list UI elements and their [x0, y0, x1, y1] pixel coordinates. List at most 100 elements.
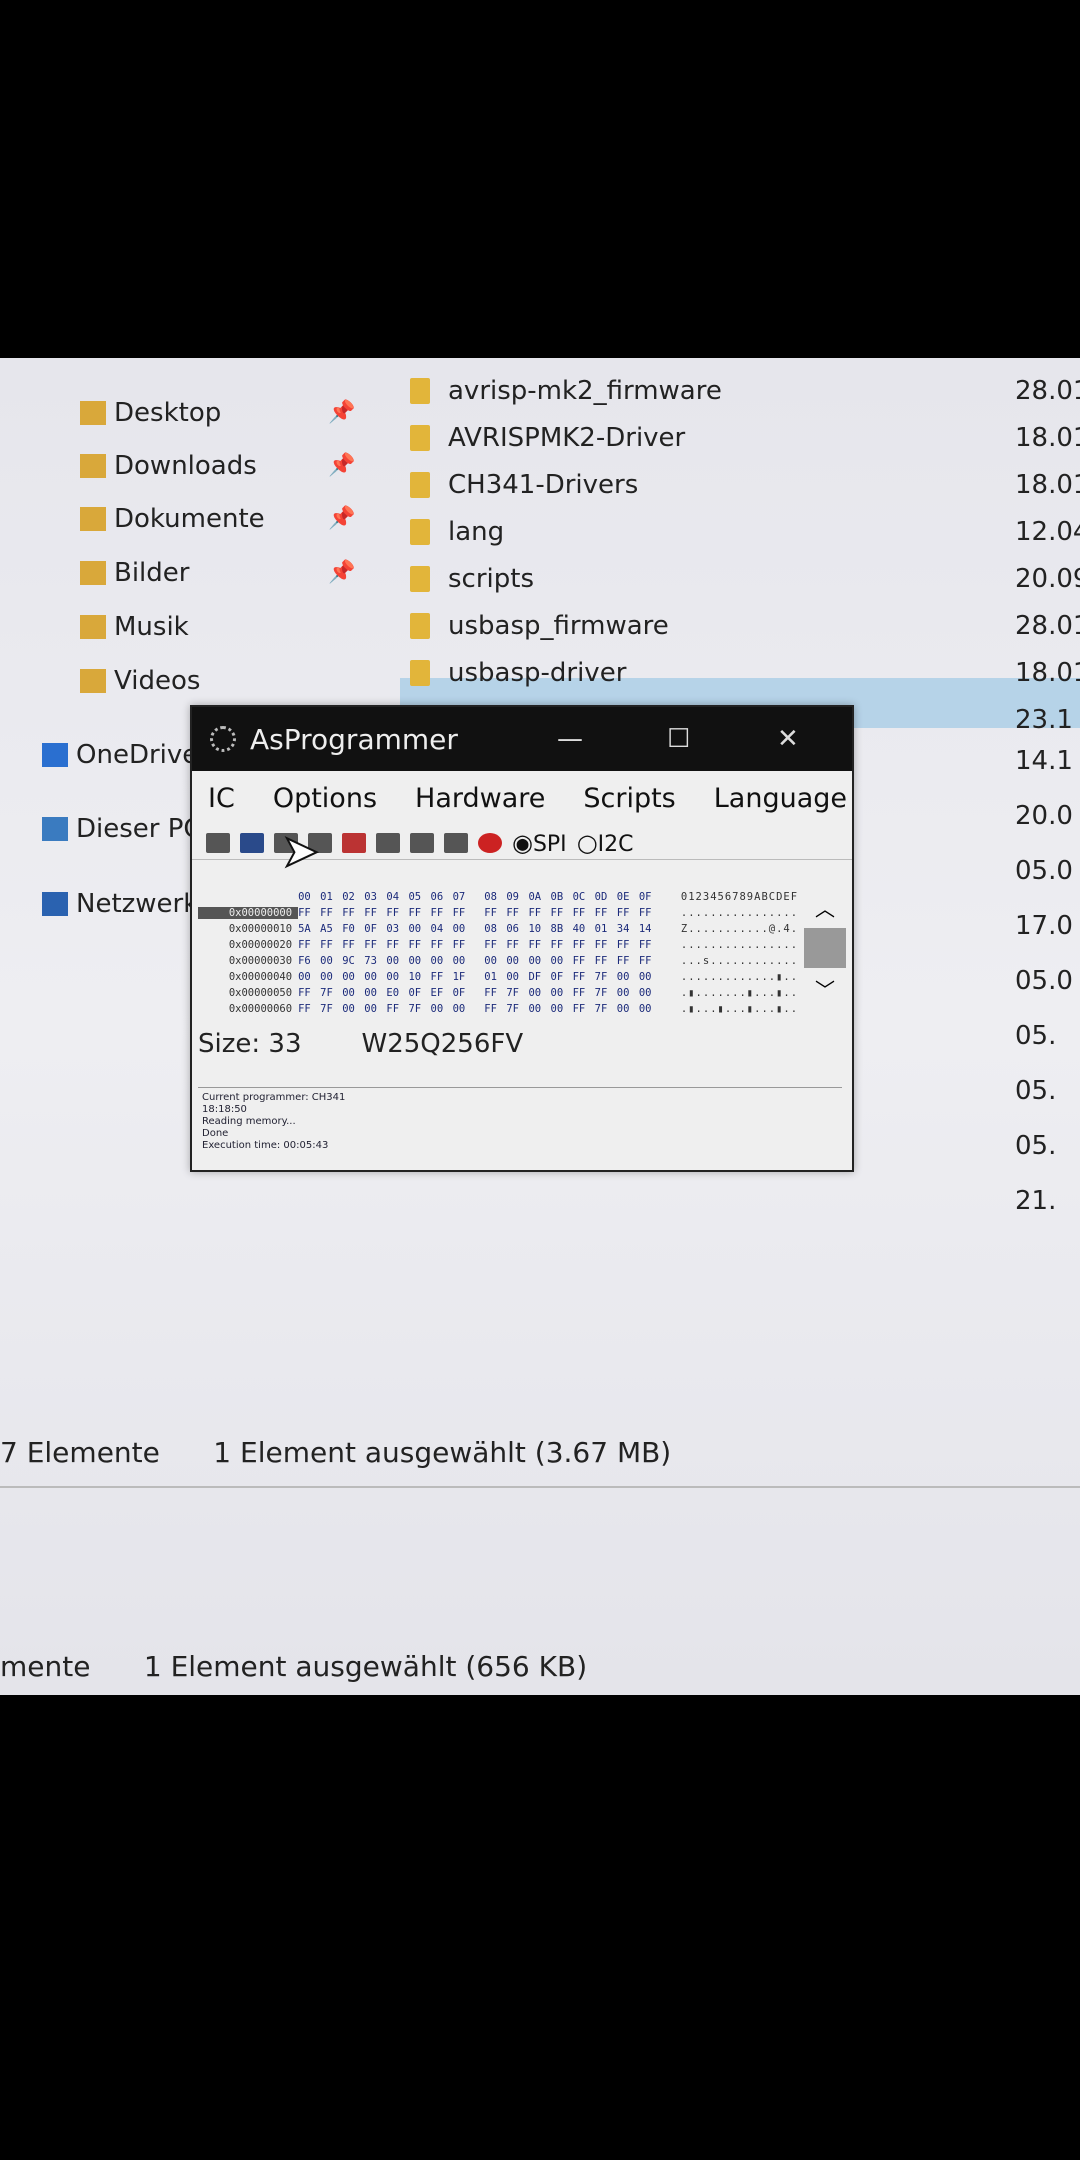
sidebar-item[interactable]: OneDrive [42, 740, 198, 770]
hex-byte[interactable]: 1F [453, 971, 475, 983]
hex-byte[interactable]: 00 [364, 971, 386, 983]
hex-byte[interactable]: 0F [453, 987, 475, 999]
hex-byte[interactable]: FF [573, 971, 595, 983]
hex-byte[interactable]: 0C [573, 891, 595, 903]
hex-byte[interactable]: FF [431, 971, 453, 983]
hex-byte[interactable]: 7F [506, 1003, 528, 1015]
hex-byte[interactable]: FF [453, 939, 475, 951]
hex-byte[interactable]: 06 [506, 923, 528, 935]
sidebar-item[interactable]: Dieser PC [42, 814, 202, 844]
hex-byte[interactable]: 7F [595, 987, 617, 999]
file-row[interactable]: AVRISPMK2-Driver [410, 423, 685, 453]
hex-byte[interactable]: 00 [551, 987, 573, 999]
file-row[interactable]: usbasp-driver [410, 658, 626, 688]
hex-byte[interactable]: FF [595, 907, 617, 919]
hex-byte[interactable]: FF [431, 939, 453, 951]
pin-icon[interactable]: 📌 [328, 453, 355, 478]
pin-icon[interactable]: 📌 [328, 506, 355, 531]
erase-icon[interactable] [342, 832, 366, 853]
hex-byte[interactable]: 01 [484, 971, 506, 983]
pin-icon[interactable]: 📌 [328, 560, 355, 585]
hex-byte[interactable]: 02 [342, 891, 364, 903]
hex-byte[interactable]: FF [551, 939, 573, 951]
hex-byte[interactable]: 7F [320, 987, 342, 999]
hex-byte[interactable]: FF [506, 939, 528, 951]
hex-byte[interactable]: 00 [617, 971, 639, 983]
hex-byte[interactable]: FF [639, 955, 661, 967]
hex-byte[interactable]: 00 [617, 1003, 639, 1015]
hex-byte[interactable]: 7F [320, 1003, 342, 1015]
hex-byte[interactable]: 00 [320, 971, 342, 983]
file-row[interactable]: avrisp-mk2_firmware [410, 376, 722, 406]
hex-byte[interactable]: FF [573, 1003, 595, 1015]
sidebar-item[interactable]: Musik [80, 612, 189, 642]
hex-byte[interactable]: FF [408, 939, 430, 951]
minimize-button[interactable]: — [557, 724, 583, 754]
sidebar-item[interactable]: Videos [80, 666, 200, 696]
close-button[interactable]: ✕ [777, 724, 799, 754]
hex-byte[interactable]: 00 [342, 971, 364, 983]
hex-byte[interactable]: 00 [506, 971, 528, 983]
hex-byte[interactable]: FF [528, 907, 550, 919]
hex-byte[interactable]: FF [573, 955, 595, 967]
hex-byte[interactable]: FF [386, 907, 408, 919]
hex-byte[interactable]: 00 [298, 891, 320, 903]
hex-byte[interactable]: A5 [320, 923, 342, 935]
hex-byte[interactable]: FF [342, 939, 364, 951]
file-row[interactable]: lang [410, 517, 504, 547]
hex-byte[interactable]: 00 [617, 987, 639, 999]
hex-byte[interactable]: 00 [386, 971, 408, 983]
hex-byte[interactable]: 00 [484, 955, 506, 967]
hex-byte[interactable]: 5A [298, 923, 320, 935]
title-bar[interactable]: AsProgrammer — ☐ ✕ [192, 707, 852, 771]
hex-byte[interactable]: 09 [506, 891, 528, 903]
hex-byte[interactable]: 00 [386, 955, 408, 967]
hex-byte[interactable]: 14 [639, 923, 661, 935]
scroll-up-icon[interactable]: ︿ [804, 893, 846, 922]
hex-byte[interactable]: 0F [408, 987, 430, 999]
blank-check-icon[interactable] [410, 832, 434, 853]
hex-byte[interactable]: FF [528, 939, 550, 951]
hex-byte[interactable]: FF [484, 907, 506, 919]
stop-icon[interactable] [478, 832, 502, 853]
spi-radio[interactable]: ◉SPI [512, 829, 567, 857]
hex-byte[interactable]: DF [528, 971, 550, 983]
hex-byte[interactable]: FF [453, 907, 475, 919]
hex-byte[interactable]: 40 [573, 923, 595, 935]
hex-byte[interactable]: 7F [595, 1003, 617, 1015]
hex-byte[interactable]: 7F [506, 987, 528, 999]
hex-byte[interactable]: FF [484, 1003, 506, 1015]
hex-byte[interactable]: FF [573, 987, 595, 999]
hex-byte[interactable]: 00 [408, 923, 430, 935]
hex-byte[interactable]: FF [573, 907, 595, 919]
hex-byte[interactable]: 7F [408, 1003, 430, 1015]
menu-language[interactable]: Language [714, 783, 847, 814]
hex-byte[interactable]: E0 [386, 987, 408, 999]
hex-byte[interactable]: 00 [528, 955, 550, 967]
menu-scripts[interactable]: Scripts [583, 783, 675, 814]
hex-byte[interactable]: EF [431, 987, 453, 999]
hex-byte[interactable]: 00 [639, 1003, 661, 1015]
hex-byte[interactable]: 0D [595, 891, 617, 903]
hex-byte[interactable]: 10 [528, 923, 550, 935]
file-row[interactable]: scripts [410, 564, 534, 594]
sidebar-item[interactable]: Desktop [80, 398, 221, 428]
sidebar-item[interactable]: Downloads [80, 451, 257, 481]
hex-byte[interactable]: FF [298, 907, 320, 919]
hex-byte[interactable]: FF [298, 1003, 320, 1015]
hex-byte[interactable]: 00 [342, 1003, 364, 1015]
hex-byte[interactable]: FF [386, 1003, 408, 1015]
hex-byte[interactable]: FF [408, 907, 430, 919]
hex-byte[interactable]: F6 [298, 955, 320, 967]
hex-byte[interactable]: FF [342, 907, 364, 919]
hex-byte[interactable]: 00 [364, 987, 386, 999]
hex-byte[interactable]: FF [595, 955, 617, 967]
hex-byte[interactable]: 00 [453, 923, 475, 935]
hex-byte[interactable]: 00 [320, 955, 342, 967]
hex-byte[interactable]: FF [298, 987, 320, 999]
scroll-thumb[interactable] [804, 928, 846, 968]
hex-byte[interactable]: FF [639, 907, 661, 919]
hex-byte[interactable]: 00 [551, 1003, 573, 1015]
hex-byte[interactable]: 00 [431, 955, 453, 967]
hex-byte[interactable]: 0F [551, 971, 573, 983]
